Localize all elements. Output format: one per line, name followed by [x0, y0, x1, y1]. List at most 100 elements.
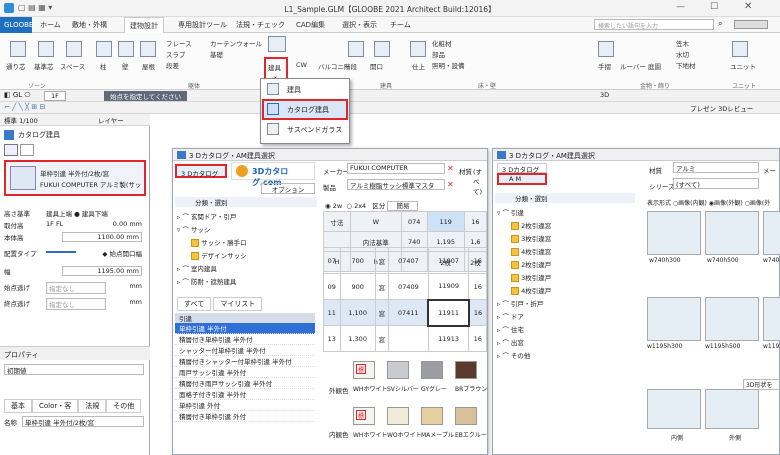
menu-gloobe[interactable]: GLOOBE: [0, 17, 33, 33]
ribbon-label-brace[interactable]: フレース: [166, 38, 192, 48]
menu-team[interactable]: チーム: [390, 20, 411, 30]
menu-regulations[interactable]: 法規・チェック: [236, 20, 285, 30]
unit-icon[interactable]: [732, 41, 748, 57]
dropdown-item-fittings[interactable]: 建具: [261, 79, 349, 99]
body-height-input[interactable]: 1100.00 mm: [62, 232, 142, 242]
list-item[interactable]: 面格子付き引違 半外付: [175, 389, 315, 400]
tab-mylist[interactable]: マイリスト: [213, 297, 263, 311]
tree-item-fireproof[interactable]: ▹ ⌒ 防耐・遮熱建具: [177, 276, 247, 289]
ribbon-label-step[interactable]: 段差: [166, 60, 179, 70]
ribbon-label-coping[interactable]: 笠木: [676, 38, 689, 48]
selected-fitting-card[interactable]: 単枠引違 半外付/2枚/窓 FUKUI COMPUTER アルミ製(サッ: [4, 160, 146, 196]
layer-select[interactable]: レイヤー: [98, 115, 124, 125]
roof-icon[interactable]: [140, 41, 156, 57]
menu-special-tools[interactable]: 専用設計ツール: [178, 20, 227, 30]
dropdown-item-catalog-fittings[interactable]: カタログ建具: [261, 99, 349, 120]
am-tree-item[interactable]: 3枚引違窓: [497, 233, 551, 246]
selected-size-cell[interactable]: 11911: [427, 298, 470, 327]
thumbnail-item[interactable]: [763, 211, 780, 255]
thumbnail-item[interactable]: [763, 297, 780, 341]
list-item[interactable]: 単枠引違 半外付: [175, 323, 315, 334]
slash-tool-icon[interactable]: [20, 144, 34, 156]
tree-item-sash-back[interactable]: サッシ・勝手口: [177, 237, 247, 250]
list-item[interactable]: 積層付きシャッター付単枠引違 半外付: [175, 356, 315, 367]
base-line-icon[interactable]: [38, 41, 54, 57]
tree-item-design-sash[interactable]: デザインサッシ: [177, 250, 247, 263]
swatch-int-white[interactable]: 標: [353, 407, 375, 425]
am-tree-item[interactable]: ▹ ⌒ 住宅: [497, 324, 551, 337]
am-tree-item[interactable]: ▹ ⌒ その他: [497, 350, 551, 363]
list-item[interactable]: 積層付き雨戸サッシ引違 半外付: [175, 378, 315, 389]
product-select[interactable]: アルミ樹脂サッシ標準マスタ: [347, 179, 445, 190]
scale-select[interactable]: 標準 1/100: [4, 115, 38, 125]
am-tree-item[interactable]: 4枚引違戸: [497, 285, 551, 298]
end-clear-input[interactable]: 指定なし: [46, 298, 106, 310]
ribbon-label-cw[interactable]: CW: [296, 61, 307, 69]
floor-select[interactable]: 1F: [44, 91, 66, 101]
am-tree-item[interactable]: ▹ ⌒ 引戸・折戸: [497, 298, 551, 311]
series-select[interactable]: (すべて): [673, 178, 759, 189]
ribbon-label-drip[interactable]: 水切: [676, 49, 689, 59]
option-button[interactable]: オプション: [261, 183, 315, 194]
handrail-icon[interactable]: [598, 41, 614, 57]
ribbon-label-curtainwall[interactable]: カーテンウォール: [210, 38, 262, 48]
am-tree-item[interactable]: ▿ ⌒ 引違: [497, 207, 551, 220]
material-value[interactable]: (すべて): [473, 166, 487, 196]
am-material-select[interactable]: アルミ: [673, 162, 759, 173]
am-tree-item[interactable]: 2枚引違窓: [497, 220, 551, 233]
minimize-icon[interactable]: —: [676, 2, 685, 12]
thumbnail-item[interactable]: [705, 297, 759, 341]
tab-basic[interactable]: 基本: [4, 399, 32, 413]
maximize-icon[interactable]: ☐: [710, 2, 718, 12]
tab-other[interactable]: その他: [106, 399, 142, 413]
tab-all[interactable]: すべて: [177, 297, 212, 311]
thumbnail-item[interactable]: [647, 211, 701, 255]
tab-color[interactable]: Color・客: [32, 399, 79, 413]
ribbon-label-substrate[interactable]: 下地材: [676, 60, 696, 70]
swatch-int-whiteoak[interactable]: [387, 407, 409, 425]
tab-am[interactable]: A M: [497, 173, 547, 185]
am-tree-item[interactable]: ▹ ⌒ ドア: [497, 311, 551, 324]
ribbon-label-lighting[interactable]: 照明・設備: [432, 60, 465, 70]
maker-select[interactable]: FUKUI COMPUTER: [347, 163, 445, 174]
account-badge[interactable]: [734, 20, 768, 29]
display-exterior[interactable]: 画像(外観): [714, 200, 743, 207]
tab-regulation[interactable]: 法規: [78, 399, 107, 413]
placement-type-icon[interactable]: [46, 251, 76, 258]
display-interior[interactable]: 画像(内観): [678, 200, 707, 207]
list-item[interactable]: 積層付き単枠引違 半外付: [175, 334, 315, 345]
thumbnail-item[interactable]: [705, 211, 759, 255]
product-clear-icon[interactable]: ✕: [447, 180, 454, 189]
opening-icon[interactable]: [374, 41, 390, 57]
menu-building-design[interactable]: 建物設計: [124, 17, 164, 33]
placement-select[interactable]: ◆ 始点開口幅: [102, 248, 142, 258]
list-item[interactable]: 単枠引違 外付: [175, 400, 315, 411]
am-tree-item[interactable]: 3枚引違戸: [497, 272, 551, 285]
menu-cad-edit[interactable]: CAD編集: [296, 20, 325, 30]
stairs-icon[interactable]: [348, 41, 364, 57]
layer-icons[interactable]: ◧ GL ⎔: [4, 91, 31, 99]
finish-icon[interactable]: [410, 41, 426, 57]
draw-tools-icons[interactable]: ⌐ ╱ ╲ ╳ ⊞ ⊟: [4, 103, 45, 111]
swatch-int-maple[interactable]: [421, 407, 443, 425]
list-item[interactable]: シャッター付単枠引違 半外付: [175, 345, 315, 356]
am-tree-item[interactable]: 4枚引違窓: [497, 246, 551, 259]
tree-item-sash[interactable]: ▿ ⌒ サッシ: [177, 224, 247, 237]
thumbnail-item[interactable]: [647, 297, 701, 341]
swatch-brown[interactable]: [455, 361, 477, 379]
dropdown-item-suspend-glass[interactable]: サスペンドガラス: [261, 119, 349, 139]
list-item[interactable]: 積層付き単枠引違 外付: [175, 411, 315, 422]
search-box[interactable]: 検索したい語句を入力: [594, 19, 714, 30]
am-tree-item[interactable]: ▹ ⌒ 出窓: [497, 337, 551, 350]
maker-clear-icon[interactable]: ✕: [447, 164, 454, 173]
ribbon-label-foundation[interactable]: 基礎: [210, 49, 223, 59]
grid-line-icon[interactable]: [10, 41, 26, 57]
am-tree-item[interactable]: 2枚引違戸: [497, 259, 551, 272]
tree-item-entrance[interactable]: ▹ ⌒ 玄関ドア・引戸: [177, 211, 247, 224]
start-clear-input[interactable]: 指定なし: [46, 282, 106, 294]
ribbon-label-trim[interactable]: 化粧材: [432, 38, 452, 48]
menu-site[interactable]: 敷地・外構: [72, 20, 107, 30]
line-tool-icon[interactable]: [4, 144, 18, 156]
wall-icon[interactable]: [118, 41, 134, 57]
width-input[interactable]: 1195.00 mm: [62, 266, 142, 276]
